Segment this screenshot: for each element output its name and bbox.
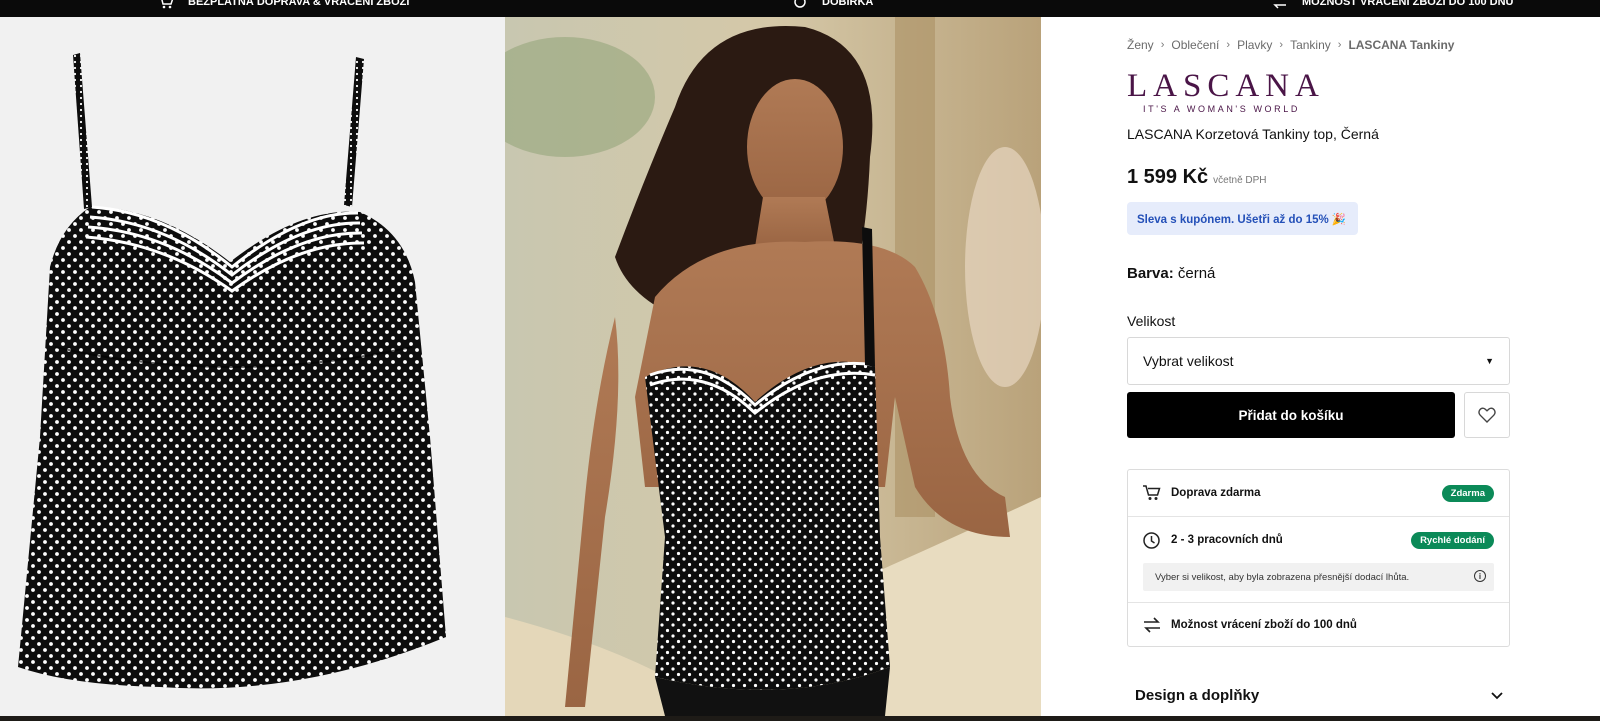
delivery-note: Vyber si velikost, aby byla zobrazena př…: [1143, 563, 1494, 591]
accordion-design[interactable]: Design a doplňky: [1135, 687, 1503, 704]
cart-icon: [161, 0, 174, 9]
bottom-edge: [0, 716, 1600, 721]
brand-tagline: IT'S A WOMAN'S WORLD: [1143, 104, 1300, 114]
top-info-bar: BEZPLATNÁ DOPRAVA & VRÁCENÍ ZBOŽÍ DOBÍRK…: [0, 0, 1600, 17]
add-to-cart-button[interactable]: Přidat do košíku: [1127, 392, 1455, 438]
divider: [1128, 602, 1509, 603]
topbar-shipping: BEZPLATNÁ DOPRAVA & VRÁCENÍ ZBOŽÍ: [158, 0, 409, 10]
topbar-shipping-text: BEZPLATNÁ DOPRAVA & VRÁCENÍ ZBOŽÍ: [188, 0, 410, 8]
delivery-days-text: 2 - 3 pracovních dnů: [1171, 534, 1283, 546]
product-image-flatlay[interactable]: [0, 17, 505, 716]
info-icon[interactable]: i: [1474, 570, 1486, 582]
brand-logo[interactable]: LASCANA IT'S A WOMAN'S WORLD: [1127, 68, 1327, 115]
color-label: Barva:: [1127, 265, 1174, 282]
wishlist-button[interactable]: [1464, 392, 1510, 438]
heart-icon: [1478, 407, 1496, 423]
price: 1 599 Kč včetně DPH: [1127, 166, 1267, 189]
brand-name: LASCANA: [1127, 68, 1325, 104]
product-title: LASCANA Korzetová Tankiny top, Černá: [1127, 126, 1379, 142]
delivery-cart-icon: [1142, 483, 1162, 503]
chevron-right-icon: ›: [1226, 39, 1231, 51]
return-arrows-icon: [1142, 615, 1162, 635]
delivery-note-text: Vyber si velikost, aby byla zobrazena př…: [1155, 571, 1410, 583]
chevron-right-icon: ›: [1279, 39, 1284, 51]
free-shipping-text: Doprava zdarma: [1171, 487, 1261, 499]
chevron-right-icon: ›: [1160, 39, 1165, 51]
return-arrows-icon: [1273, 4, 1286, 9]
product-image-model[interactable]: [505, 17, 1041, 716]
price-amount: 1 599 Kč: [1127, 166, 1209, 188]
clock-icon: [1142, 530, 1162, 550]
free-badge: Zdarma: [1441, 484, 1494, 502]
breadcrumb-item-zeny[interactable]: Ženy: [1127, 38, 1154, 52]
returns-row: Možnost vrácení zboží do 100 dnů: [1128, 614, 1509, 636]
chevron-down-icon: [1491, 691, 1503, 699]
color-info: Barva: černá: [1127, 265, 1215, 282]
caret-down-icon: ▼: [1485, 356, 1494, 366]
free-shipping-row: Doprava zdarma Zdarma: [1128, 482, 1509, 504]
delivery-time-row: 2 - 3 pracovních dnů Rychlé dodání: [1128, 529, 1509, 551]
returns-text: Možnost vrácení zboží do 100 dnů: [1171, 619, 1357, 631]
money-icon: [794, 0, 806, 8]
topbar-returns-text: MOŽNOST VRÁCENÍ ZBOŽÍ DO 100 DNŮ: [1302, 0, 1514, 8]
breadcrumb-item-tankiny[interactable]: Tankiny: [1290, 38, 1331, 52]
chevron-right-icon: ›: [1337, 39, 1342, 51]
breadcrumb: Ženy › Oblečení › Plavky › Tankiny › LAS…: [1127, 38, 1454, 52]
color-value: černá: [1177, 265, 1216, 282]
price-vat-note: včetně DPH: [1213, 175, 1267, 186]
breadcrumb-item-plavky[interactable]: Plavky: [1237, 38, 1272, 52]
product-panel: Ženy › Oblečení › Plavky › Tankiny › LAS…: [1127, 17, 1517, 716]
size-select[interactable]: Vybrat velikost ▼: [1127, 337, 1510, 385]
accordion-design-title: Design a doplňky: [1135, 687, 1260, 704]
size-select-value: Vybrat velikost: [1143, 353, 1234, 369]
coupon-banner[interactable]: Sleva s kupónem. Ušetři až do 15% 🎉: [1127, 202, 1359, 235]
breadcrumb-item-obleceni[interactable]: Oblečení: [1171, 38, 1219, 52]
topbar-cod: DOBÍRKA: [792, 0, 873, 10]
divider: [1128, 516, 1509, 517]
breadcrumb-item-current: LASCANA Tankiny: [1348, 38, 1455, 52]
delivery-info-box: Doprava zdarma Zdarma 2 - 3 pracovních d…: [1127, 469, 1510, 647]
topbar-returns: MOŽNOST VRÁCENÍ ZBOŽÍ DO 100 DNŮ: [1272, 0, 1513, 10]
size-label: Velikost: [1127, 313, 1176, 329]
fast-delivery-badge: Rychlé dodání: [1411, 531, 1494, 549]
topbar-cod-text: DOBÍRKA: [822, 0, 874, 8]
